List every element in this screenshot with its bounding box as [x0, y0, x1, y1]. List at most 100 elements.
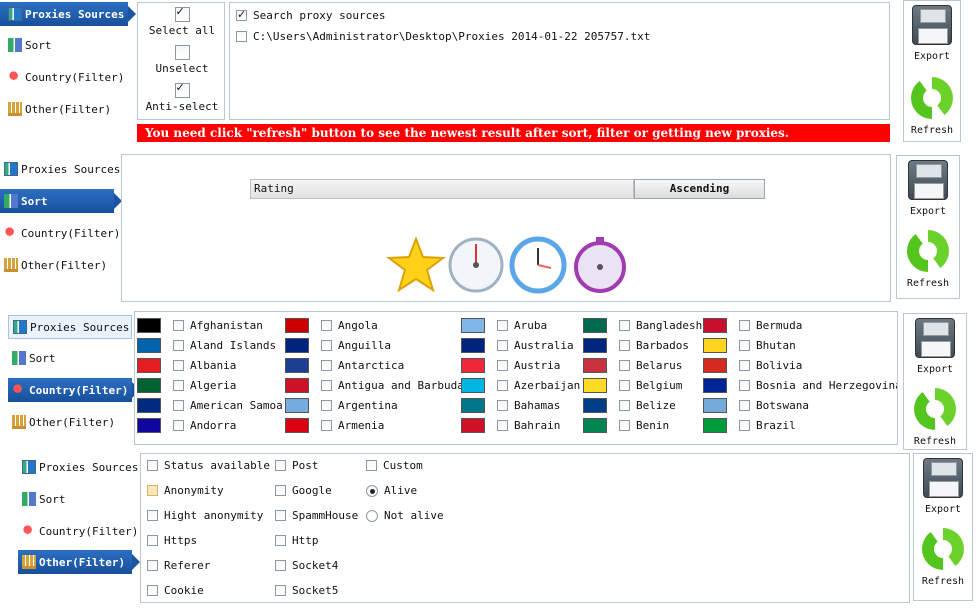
nav-proxies-sources[interactable]: Proxies Sources	[18, 455, 138, 479]
country-option[interactable]: Botswana	[703, 395, 809, 415]
cookie-checkbox[interactable]	[147, 585, 158, 596]
nav-proxies-sources[interactable]: Proxies Sources	[8, 315, 132, 339]
country-checkbox[interactable]	[321, 339, 332, 351]
country-option[interactable]: Aland Islands	[137, 335, 276, 355]
proxy-file-checkbox[interactable]	[236, 31, 247, 42]
country-checkbox[interactable]	[173, 319, 184, 331]
export-button-2[interactable]: Export	[897, 160, 959, 217]
nav-sort[interactable]: Sort	[0, 189, 122, 213]
sort-field-bar[interactable]: Rating	[250, 179, 634, 199]
country-checkbox[interactable]	[739, 319, 750, 331]
country-option[interactable]: Anguilla	[285, 335, 391, 355]
refresh-button-4[interactable]: Refresh	[914, 528, 972, 587]
country-checkbox[interactable]	[321, 399, 332, 411]
country-option[interactable]: Antigua and Barbuda	[285, 375, 464, 395]
country-option[interactable]: American Samoa	[137, 395, 283, 415]
nav-sort[interactable]: Sort	[0, 33, 52, 57]
nav-other-filter[interactable]: Other(Filter)	[0, 253, 107, 277]
export-button-1[interactable]: Export	[904, 5, 960, 62]
country-checkbox[interactable]	[497, 419, 508, 431]
country-option[interactable]: Belgium	[583, 375, 682, 395]
google-option[interactable]: Google	[275, 484, 332, 497]
socket5-option[interactable]: Socket5	[275, 584, 338, 597]
nav-sort[interactable]: Sort	[8, 346, 56, 370]
country-checkbox[interactable]	[619, 359, 630, 371]
sort-order-button[interactable]: Ascending	[634, 179, 765, 199]
country-option[interactable]: Belize	[583, 395, 676, 415]
nav-other-filter[interactable]: Other(Filter)	[0, 97, 111, 121]
nav-country-filter[interactable]: Country(Filter)	[18, 519, 138, 543]
country-checkbox[interactable]	[739, 399, 750, 411]
country-option[interactable]: Algeria	[137, 375, 236, 395]
export-button-3[interactable]: Export	[904, 318, 966, 375]
country-option[interactable]: Bangladesh	[583, 315, 702, 335]
post-option[interactable]: Post	[275, 459, 319, 472]
country-option[interactable]: Australia	[461, 335, 574, 355]
refresh-button-3[interactable]: Refresh	[904, 388, 966, 447]
socket4-checkbox[interactable]	[275, 560, 286, 571]
nav-other-filter[interactable]: Other(Filter)	[18, 550, 140, 574]
post-checkbox[interactable]	[275, 460, 286, 471]
country-option[interactable]: Albania	[137, 355, 236, 375]
country-option[interactable]: Bahamas	[461, 395, 560, 415]
spamhouse-checkbox[interactable]	[275, 510, 286, 521]
https-option[interactable]: Https	[147, 534, 197, 547]
https-checkbox[interactable]	[147, 535, 158, 546]
country-checkbox[interactable]	[173, 419, 184, 431]
country-option[interactable]: Bermuda	[703, 315, 802, 335]
country-option[interactable]: Azerbaijan	[461, 375, 580, 395]
unselect-button[interactable]: Unselect	[138, 45, 226, 75]
status-available-option[interactable]: Status available	[147, 459, 270, 472]
country-option[interactable]: Brazil	[703, 415, 796, 435]
search-proxy-sources-item[interactable]: Search proxy sources	[236, 8, 385, 22]
nav-proxies-sources[interactable]: Proxies Sources	[0, 157, 120, 181]
nav-country-filter[interactable]: Country(Filter)	[0, 221, 120, 245]
country-checkbox[interactable]	[497, 399, 508, 411]
country-option[interactable]: Antarctica	[285, 355, 404, 375]
http-option[interactable]: Http	[275, 534, 319, 547]
cookie-option[interactable]: Cookie	[147, 584, 204, 597]
custom-option[interactable]: Custom	[366, 459, 423, 472]
country-checkbox[interactable]	[739, 339, 750, 351]
alive-option[interactable]: Alive	[366, 484, 417, 497]
referer-checkbox[interactable]	[147, 560, 158, 571]
country-checkbox[interactable]	[619, 399, 630, 411]
country-checkbox[interactable]	[619, 379, 630, 391]
country-checkbox[interactable]	[739, 419, 750, 431]
country-checkbox[interactable]	[619, 419, 630, 431]
socket5-checkbox[interactable]	[275, 585, 286, 596]
country-option[interactable]: Austria	[461, 355, 560, 375]
country-checkbox[interactable]	[173, 339, 184, 351]
country-option[interactable]: Argentina	[285, 395, 398, 415]
star-icon[interactable]	[386, 235, 446, 295]
nav-other-filter[interactable]: Other(Filter)	[8, 410, 115, 434]
anonymity-checkbox[interactable]	[147, 485, 158, 496]
search-proxy-sources-checkbox[interactable]	[236, 8, 247, 21]
country-checkbox[interactable]	[739, 379, 750, 391]
not-alive-radio[interactable]	[366, 509, 378, 522]
country-checkbox[interactable]	[321, 379, 332, 391]
nav-country-filter[interactable]: Country(Filter)	[8, 378, 140, 402]
refresh-button-1[interactable]: Refresh	[904, 77, 960, 136]
nav-proxies-sources[interactable]: Proxies Sources	[0, 2, 136, 26]
country-checkbox[interactable]	[321, 319, 332, 331]
high-anonymity-option[interactable]: Hight anonymity	[147, 509, 263, 522]
referer-option[interactable]: Referer	[147, 559, 210, 572]
alive-radio[interactable]	[366, 484, 378, 497]
country-checkbox[interactable]	[497, 339, 508, 351]
country-checkbox[interactable]	[173, 379, 184, 391]
nav-sort[interactable]: Sort	[18, 487, 66, 511]
socket4-option[interactable]: Socket4	[275, 559, 338, 572]
status-available-checkbox[interactable]	[147, 460, 158, 471]
country-checkbox[interactable]	[739, 359, 750, 371]
refresh-button-2[interactable]: Refresh	[897, 230, 959, 289]
stopwatch-icon[interactable]	[570, 235, 630, 295]
country-option[interactable]: Bhutan	[703, 335, 796, 355]
nav-country-filter[interactable]: Country(Filter)	[0, 65, 124, 89]
spamhouse-option[interactable]: SpammHouse	[275, 509, 358, 522]
country-checkbox[interactable]	[619, 339, 630, 351]
proxy-file-item[interactable]: C:\Users\Administrator\Desktop\Proxies 2…	[236, 30, 650, 43]
google-checkbox[interactable]	[275, 485, 286, 496]
country-checkbox[interactable]	[497, 319, 508, 331]
high-anonymity-checkbox[interactable]	[147, 510, 158, 521]
